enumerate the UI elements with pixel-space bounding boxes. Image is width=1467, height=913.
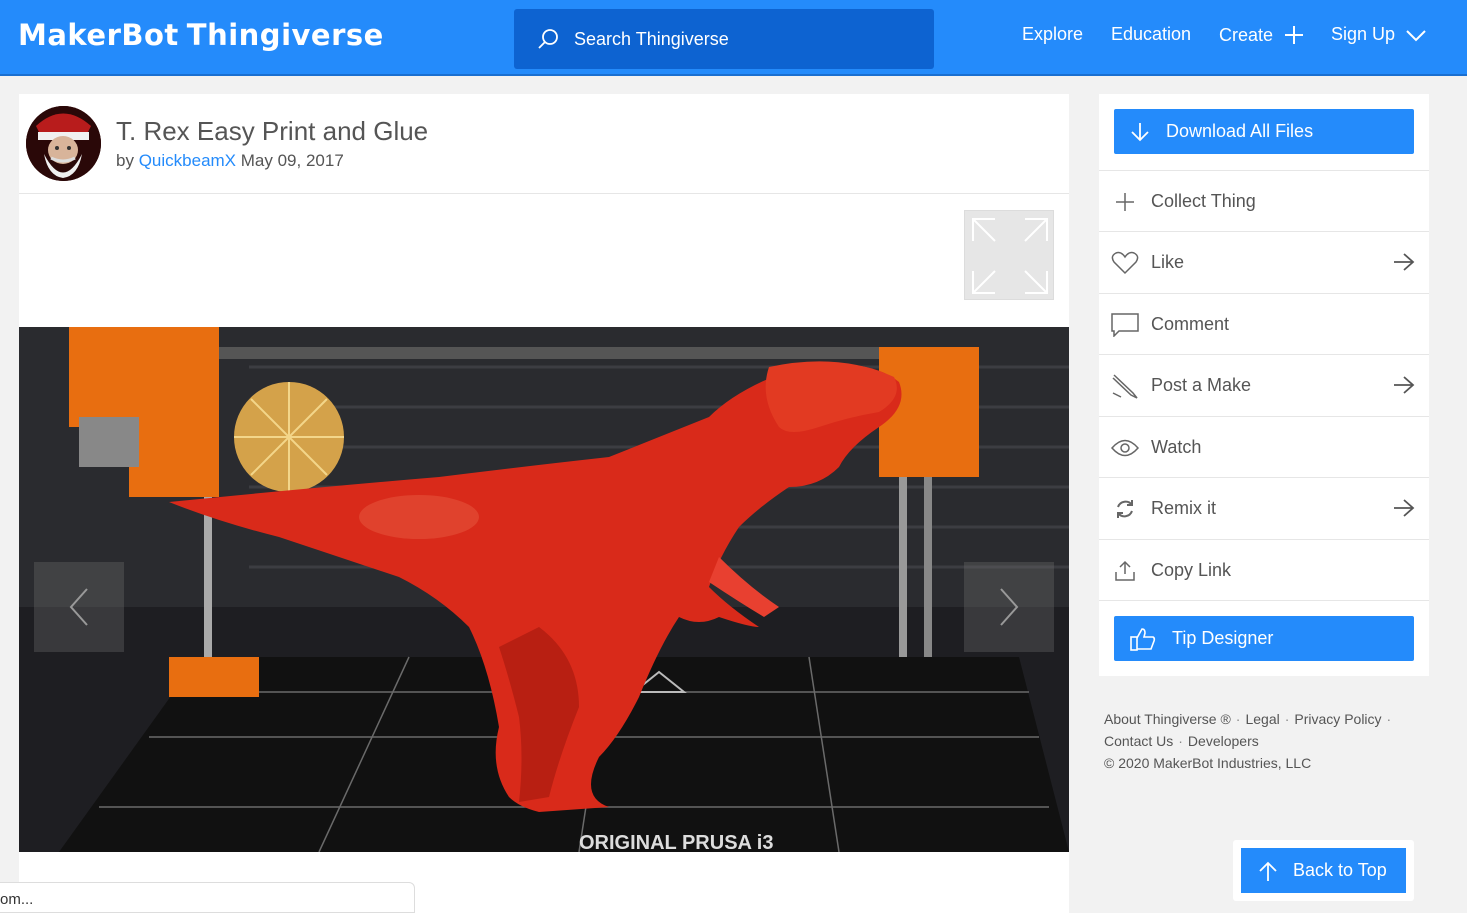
download-all-files-button[interactable]: Download All Files xyxy=(1114,109,1414,154)
footer-privacy-link[interactable]: Privacy Policy xyxy=(1294,711,1381,727)
eye-icon xyxy=(1111,439,1139,456)
download-arrow-icon xyxy=(1131,122,1149,141)
footer-contact-link[interactable]: Contact Us xyxy=(1104,733,1173,749)
tip-designer-label: Tip Designer xyxy=(1172,628,1274,648)
post-a-make-button[interactable]: Post a Make xyxy=(1099,354,1429,416)
printer-bed-text: ORIGINAL PRUSA i3 xyxy=(579,832,773,852)
plus-icon xyxy=(1285,26,1304,44)
nav-signup[interactable]: Sign Up xyxy=(1331,24,1427,45)
back-to-top-container: Back to Top xyxy=(1233,840,1414,901)
arrow-right-icon xyxy=(1394,499,1415,517)
nav-create[interactable]: Create xyxy=(1219,24,1305,46)
refresh-icon xyxy=(1117,499,1133,518)
logo-thingiverse-text: Thingiverse xyxy=(186,18,384,52)
share-icon xyxy=(1115,560,1135,581)
footer-developers-link[interactable]: Developers xyxy=(1188,733,1259,749)
footer-about-link[interactable]: About Thingiverse ® xyxy=(1104,711,1231,727)
gallery-previous-button[interactable] xyxy=(34,562,124,652)
search-placeholder: Search Thingiverse xyxy=(574,28,729,49)
author-avatar[interactable] xyxy=(26,106,101,181)
byline-by: by xyxy=(116,151,134,170)
like-label: Like xyxy=(1151,252,1185,272)
logo-makerbot-text: MakerBot xyxy=(18,18,179,52)
thing-main-photo: ORIGINAL PRUSA i3 xyxy=(19,327,1069,852)
plus-icon xyxy=(1116,192,1134,211)
post-a-make-label: Post a Make xyxy=(1151,375,1252,395)
thumbs-up-icon xyxy=(1130,627,1156,651)
author-link[interactable]: QuickbeamX xyxy=(139,151,236,170)
footer-line-2: Contact Us · Developers xyxy=(1104,733,1259,749)
comment-button[interactable]: Comment xyxy=(1099,293,1429,355)
expand-gallery-button[interactable] xyxy=(964,210,1054,300)
nav-explore-label: Explore xyxy=(1022,24,1084,44)
collect-thing-label: Collect Thing xyxy=(1151,191,1256,211)
chevron-down-icon xyxy=(1406,29,1426,41)
like-button[interactable]: Like xyxy=(1099,231,1429,293)
collect-thing-button[interactable]: Collect Thing xyxy=(1099,170,1429,232)
copy-link-label: Copy Link xyxy=(1151,560,1232,580)
back-to-top-label: Back to Top xyxy=(1293,860,1387,880)
download-all-files-label: Download All Files xyxy=(1166,121,1314,141)
nav-create-label: Create xyxy=(1219,24,1274,45)
footer-line-1: About Thingiverse ® · Legal · Privacy Policy… xyxy=(1104,711,1392,727)
chevron-left-icon xyxy=(69,588,88,626)
chevron-right-icon xyxy=(1000,588,1019,626)
thing-title: T. Rex Easy Print and Glue xyxy=(116,116,429,146)
watch-button[interactable]: Watch xyxy=(1099,416,1429,478)
arrow-up-icon xyxy=(1259,861,1277,881)
remix-it-button[interactable]: Remix it xyxy=(1099,477,1429,539)
watch-label: Watch xyxy=(1151,437,1202,457)
search-icon xyxy=(538,29,558,49)
thing-actions-panel: Download All Files Collect Thing Like Co… xyxy=(1099,94,1429,676)
divider xyxy=(1099,600,1429,601)
speech-bubble-icon xyxy=(1111,312,1139,337)
nav-explore[interactable]: Explore xyxy=(1022,24,1083,45)
pencil-icon xyxy=(1112,373,1138,399)
site-footer: About Thingiverse ® · Legal · Privacy Policy… xyxy=(1104,708,1424,774)
publish-date: May 09, 2017 xyxy=(240,151,344,170)
thing-byline: by QuickbeamX May 09, 2017 xyxy=(116,151,344,171)
arrow-right-icon xyxy=(1394,253,1415,271)
footer-copyright: © 2020 MakerBot Industries, LLC xyxy=(1104,755,1312,771)
copy-link-button[interactable]: Copy Link xyxy=(1099,539,1429,601)
arrow-right-icon xyxy=(1394,376,1415,394)
footer-legal-link[interactable]: Legal xyxy=(1245,711,1279,727)
status-strip: om... xyxy=(0,882,415,913)
expand-icon xyxy=(972,218,1048,294)
back-to-top-button[interactable]: Back to Top xyxy=(1241,848,1406,893)
nav-signup-label: Sign Up xyxy=(1331,24,1396,44)
gallery-next-button[interactable] xyxy=(964,562,1054,652)
comment-label: Comment xyxy=(1151,314,1230,334)
nav-education[interactable]: Education xyxy=(1111,24,1191,45)
thing-card: T. Rex Easy Print and Glue by QuickbeamX… xyxy=(19,94,1069,913)
remix-it-label: Remix it xyxy=(1151,498,1217,518)
heart-icon xyxy=(1111,251,1139,274)
tip-designer-button[interactable]: Tip Designer xyxy=(1114,616,1414,661)
nav-education-label: Education xyxy=(1111,24,1192,44)
makerbot-thingiverse-logo[interactable]: MakerBot Thingiverse xyxy=(18,18,384,52)
thing-header: T. Rex Easy Print and Glue by QuickbeamX… xyxy=(19,94,1069,194)
top-navigation-bar: MakerBot Thingiverse Search Thingiverse E… xyxy=(0,0,1467,76)
search-bar[interactable]: Search Thingiverse xyxy=(514,9,934,69)
